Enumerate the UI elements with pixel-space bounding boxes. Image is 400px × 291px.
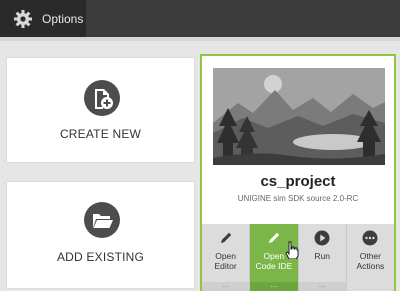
project-actions: Open Editor ... Open Code IDE ... Run ..…	[202, 224, 394, 291]
run-more[interactable]: ...	[298, 281, 346, 291]
create-new-label: CREATE NEW	[59, 127, 142, 141]
open-editor-label: Open Editor	[214, 251, 237, 271]
hand-cursor-icon	[285, 241, 299, 259]
other-actions-button[interactable]: Other Actions	[346, 224, 394, 291]
open-editor-more[interactable]: ...	[202, 281, 250, 291]
add-existing-label: ADD EXISTING	[56, 250, 145, 264]
run-button[interactable]: Run ...	[298, 224, 347, 291]
topbar-divider	[0, 37, 400, 41]
project-name: cs_project	[260, 173, 336, 190]
play-icon	[314, 230, 330, 246]
pencil-icon	[220, 232, 231, 243]
top-bar: Options	[0, 0, 400, 37]
open-code-ide-button[interactable]: Open Code IDE ...	[250, 224, 299, 291]
add-existing-card[interactable]: ADD EXISTING	[6, 181, 195, 289]
options-tab[interactable]: Options	[0, 0, 86, 37]
folder-open-icon	[84, 202, 120, 238]
new-file-icon	[84, 80, 120, 116]
project-description: UNIGINE sim SDK source 2.0-RC	[237, 194, 359, 203]
run-label: Run	[314, 251, 330, 261]
more-icon	[362, 230, 378, 246]
open-code-ide-more[interactable]: ...	[250, 281, 298, 291]
other-actions-label: Other Actions	[356, 251, 385, 271]
project-thumbnail	[213, 68, 385, 165]
open-editor-button[interactable]: Open Editor ...	[202, 224, 251, 291]
gear-icon	[14, 9, 32, 28]
project-card[interactable]: cs_project UNIGINE sim SDK source 2.0-RC…	[200, 54, 396, 291]
options-label: Options	[42, 11, 84, 26]
create-new-card[interactable]: CREATE NEW	[6, 57, 195, 163]
pencil-icon	[268, 232, 280, 243]
